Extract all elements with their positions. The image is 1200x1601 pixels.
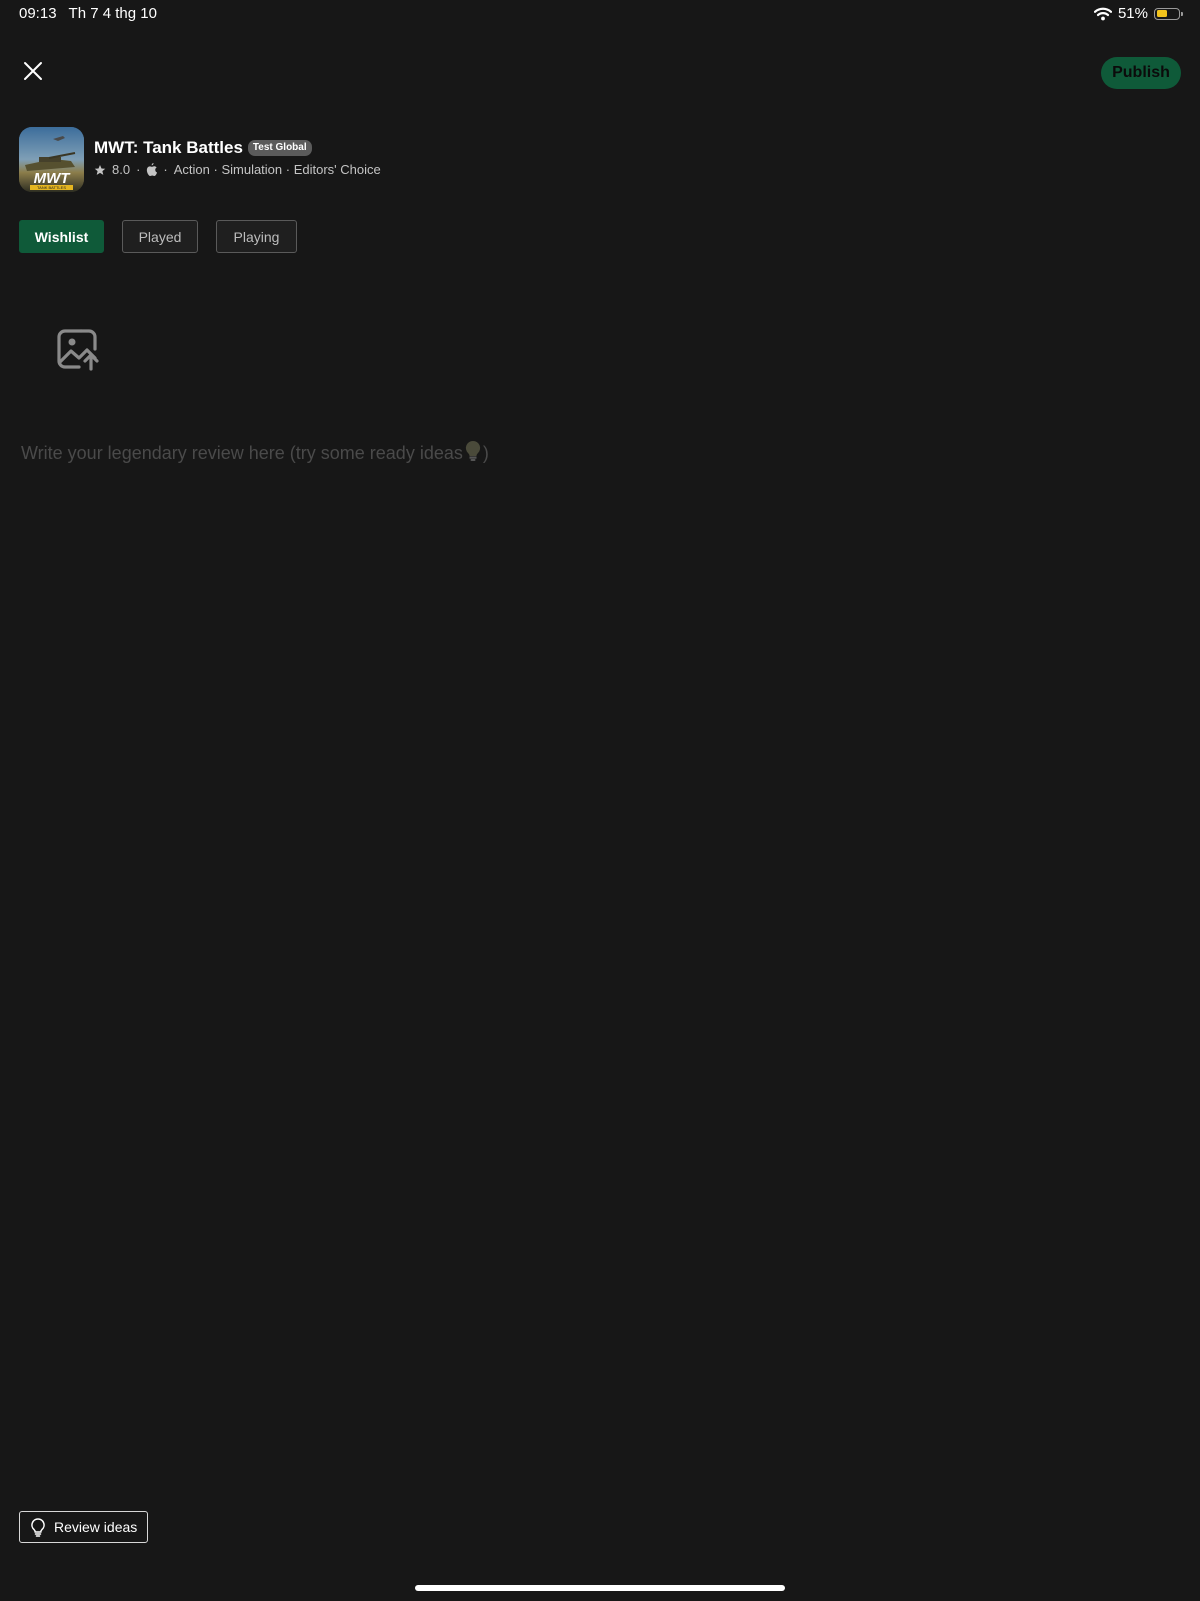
- publish-button[interactable]: Publish: [1101, 57, 1181, 89]
- game-rating: 8.0: [112, 162, 131, 177]
- game-app-icon: MWT TANK BATTLES: [19, 127, 84, 192]
- meta-separator: ·: [136, 162, 141, 177]
- battery-level: [1156, 10, 1167, 17]
- region-badge: Test Global: [247, 140, 312, 156]
- home-indicator[interactable]: [415, 1585, 785, 1591]
- review-ideas-label: Review ideas: [54, 1519, 138, 1535]
- apple-icon: [147, 163, 158, 176]
- game-meta: 8.0 · · Action · Simulation · Editors' C…: [94, 162, 381, 177]
- playing-button[interactable]: Playing: [216, 220, 297, 253]
- wifi-icon: [1093, 7, 1112, 20]
- game-title: MWT: Tank Battles: [94, 138, 243, 157]
- status-bar-left: 09:13 Th 7 4 thg 10: [19, 5, 157, 22]
- review-text-input[interactable]: Write your legendary review here (try so…: [21, 440, 1171, 470]
- lightbulb-icon: [31, 1517, 45, 1537]
- image-upload-icon[interactable]: [57, 329, 101, 371]
- review-placeholder: Write your legendary review here (try so…: [21, 443, 463, 463]
- game-icon-art: MWT TANK BATTLES: [19, 127, 84, 192]
- game-icon-subtitle: TANK BATTLES: [37, 185, 66, 190]
- lightbulb-emoji-icon: [465, 440, 480, 461]
- battery-icon: [1154, 7, 1183, 20]
- status-date: Th 7 4 thg 10: [68, 5, 157, 22]
- game-title-row: MWT: Tank Battles Test Global: [94, 138, 312, 158]
- review-ideas-button[interactable]: Review ideas: [19, 1511, 148, 1543]
- status-time: 09:13: [19, 5, 57, 22]
- game-genres: Action · Simulation · Editors' Choice: [173, 162, 381, 177]
- star-icon: [94, 164, 106, 175]
- wishlist-button[interactable]: Wishlist: [19, 220, 104, 253]
- battery-percent: 51%: [1117, 5, 1148, 22]
- review-placeholder-end: ): [482, 443, 489, 463]
- played-button[interactable]: Played: [122, 220, 198, 253]
- close-icon[interactable]: [20, 58, 46, 84]
- meta-separator: ·: [163, 162, 168, 177]
- status-bar-right: 51%: [1093, 5, 1183, 22]
